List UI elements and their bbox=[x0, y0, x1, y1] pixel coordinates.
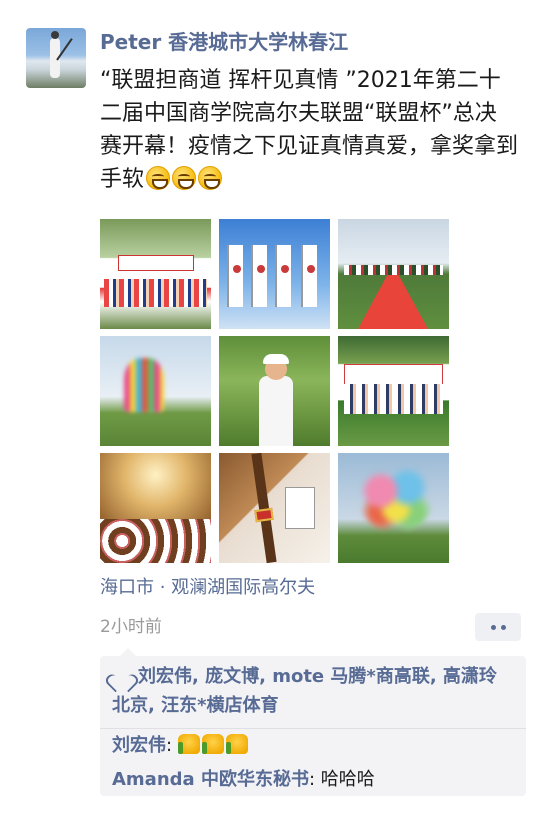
post-content: Peter 香港城市大学林春江 “联盟担商道 挥杆见真情 ”2021年第二十二届… bbox=[100, 28, 520, 196]
interactions-panel: 刘宏伟, 庞文博, mote 马腾*商高联, 高潇玲北京, 汪东*横店体育 刘宏… bbox=[100, 648, 526, 797]
banner-group-photo[interactable] bbox=[338, 336, 449, 446]
flag bbox=[275, 245, 291, 307]
photo-flag-row bbox=[344, 265, 443, 275]
post-text: “联盟担商道 挥杆见真情 ”2021年第二十二届中国商学院高尔夫联盟“联盟杯”总… bbox=[100, 64, 518, 196]
likes-names[interactable]: 刘宏伟, 庞文博, mote 马腾*商高联, 高潇玲北京, 汪东*横店体育 bbox=[112, 666, 497, 716]
thumbs-up-icon bbox=[201, 734, 224, 754]
flag bbox=[251, 245, 267, 307]
banquet-hall-photo[interactable] bbox=[100, 453, 211, 563]
colored-smoke-photo[interactable] bbox=[100, 336, 211, 446]
flags-photo[interactable] bbox=[219, 219, 330, 329]
photo-grid bbox=[100, 219, 449, 563]
flag bbox=[301, 245, 317, 307]
comment-author[interactable]: 刘宏伟 bbox=[112, 735, 166, 756]
ceremony-group-photo[interactable] bbox=[100, 219, 211, 329]
red-carpet bbox=[358, 275, 428, 329]
golfer-swing-photo[interactable] bbox=[219, 336, 330, 446]
wine-label bbox=[285, 487, 315, 529]
smoke-cloud-photo[interactable] bbox=[338, 453, 449, 563]
grinning-face-icon bbox=[172, 166, 197, 190]
likes-list: 刘宏伟, 庞文博, mote 马腾*商高联, 高潇玲北京, 汪东*横店体育 bbox=[100, 656, 526, 729]
comment-author[interactable]: Amanda 中欧华东秘书 bbox=[112, 769, 309, 790]
cigar-band bbox=[254, 507, 274, 523]
heart-icon bbox=[112, 667, 130, 683]
location-link[interactable]: 海口市 · 观澜湖国际高尔夫 bbox=[100, 575, 315, 601]
colored-smoke bbox=[124, 358, 164, 412]
golfer-cap bbox=[263, 354, 289, 364]
photo-banner bbox=[118, 255, 194, 271]
flag bbox=[227, 245, 243, 307]
grinning-face-icon bbox=[146, 166, 171, 190]
comment-separator: : bbox=[308, 769, 321, 790]
smoke-cloud bbox=[358, 463, 434, 533]
post-time: 2小时前 bbox=[100, 617, 162, 637]
avatar[interactable] bbox=[26, 28, 86, 88]
photo-people bbox=[344, 384, 443, 414]
grinning-face-icon bbox=[198, 166, 223, 190]
comment-text: 哈哈哈 bbox=[320, 769, 375, 790]
banquet-tables bbox=[100, 519, 211, 563]
more-actions-button[interactable] bbox=[475, 613, 521, 641]
golfer-body bbox=[259, 376, 293, 446]
thumbs-up-icon bbox=[177, 734, 200, 754]
dot-icon bbox=[490, 624, 496, 630]
comment-separator: : bbox=[166, 735, 178, 756]
username[interactable]: Peter 香港城市大学林春江 bbox=[100, 28, 520, 56]
red-carpet-photo[interactable] bbox=[338, 219, 449, 329]
photo-people bbox=[104, 279, 207, 307]
comment-item[interactable]: Amanda 中欧华东秘书: 哈哈哈 bbox=[100, 763, 526, 797]
comment-item[interactable]: 刘宏伟: bbox=[100, 729, 526, 763]
cigar-wine-photo[interactable] bbox=[219, 453, 330, 563]
thumbs-up-icon bbox=[225, 734, 248, 754]
dot-icon bbox=[500, 624, 506, 630]
